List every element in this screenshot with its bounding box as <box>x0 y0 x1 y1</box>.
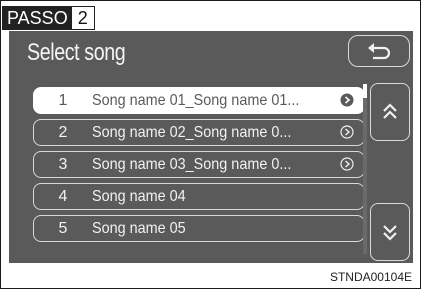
figure-code: STNDA00104E <box>329 270 412 284</box>
double-chevron-up-icon <box>383 103 397 119</box>
back-button[interactable] <box>348 35 410 67</box>
song-index: 5 <box>58 219 68 237</box>
screen-title: Select song <box>27 39 126 66</box>
song-name: Song name 04 <box>92 187 186 205</box>
song-row-2[interactable]: 2 Song name 02_Song name 0... <box>33 119 365 146</box>
page-down-button[interactable] <box>370 203 410 261</box>
song-name: Song name 02_Song name 0... <box>92 123 292 141</box>
double-chevron-down-icon <box>383 225 397 241</box>
song-name: Song name 03_Song name 0... <box>92 155 292 173</box>
scrollbar-track[interactable] <box>363 84 367 254</box>
model-badge: PASSO 2 <box>2 6 95 30</box>
head-unit-screen: Select song 1 Song name 01_Song name 01.… <box>9 31 413 263</box>
song-list: 1 Song name 01_Song name 01... 2 Song na… <box>33 87 365 247</box>
song-row-4[interactable]: 4 Song name 04 <box>33 183 365 210</box>
song-index: 1 <box>58 91 68 109</box>
song-row-5[interactable]: 5 Song name 05 <box>33 215 365 242</box>
scrollbar-thumb[interactable] <box>363 84 367 98</box>
circle-arrow-right-icon[interactable] <box>340 157 354 171</box>
circle-arrow-right-icon[interactable] <box>340 125 354 139</box>
model-badge-number: 2 <box>77 8 88 28</box>
song-index: 4 <box>58 187 68 205</box>
song-row-3[interactable]: 3 Song name 03_Song name 0... <box>33 151 365 178</box>
song-index: 2 <box>58 123 68 141</box>
model-badge-label: PASSO <box>3 7 72 29</box>
song-index: 3 <box>58 155 68 173</box>
circle-arrow-right-icon[interactable] <box>340 93 354 107</box>
return-arrow-icon <box>368 43 391 60</box>
song-name: Song name 01_Song name 01... <box>92 91 300 109</box>
page-up-button[interactable] <box>370 83 410 141</box>
song-name: Song name 05 <box>92 219 186 237</box>
song-row-1[interactable]: 1 Song name 01_Song name 01... <box>33 87 365 114</box>
